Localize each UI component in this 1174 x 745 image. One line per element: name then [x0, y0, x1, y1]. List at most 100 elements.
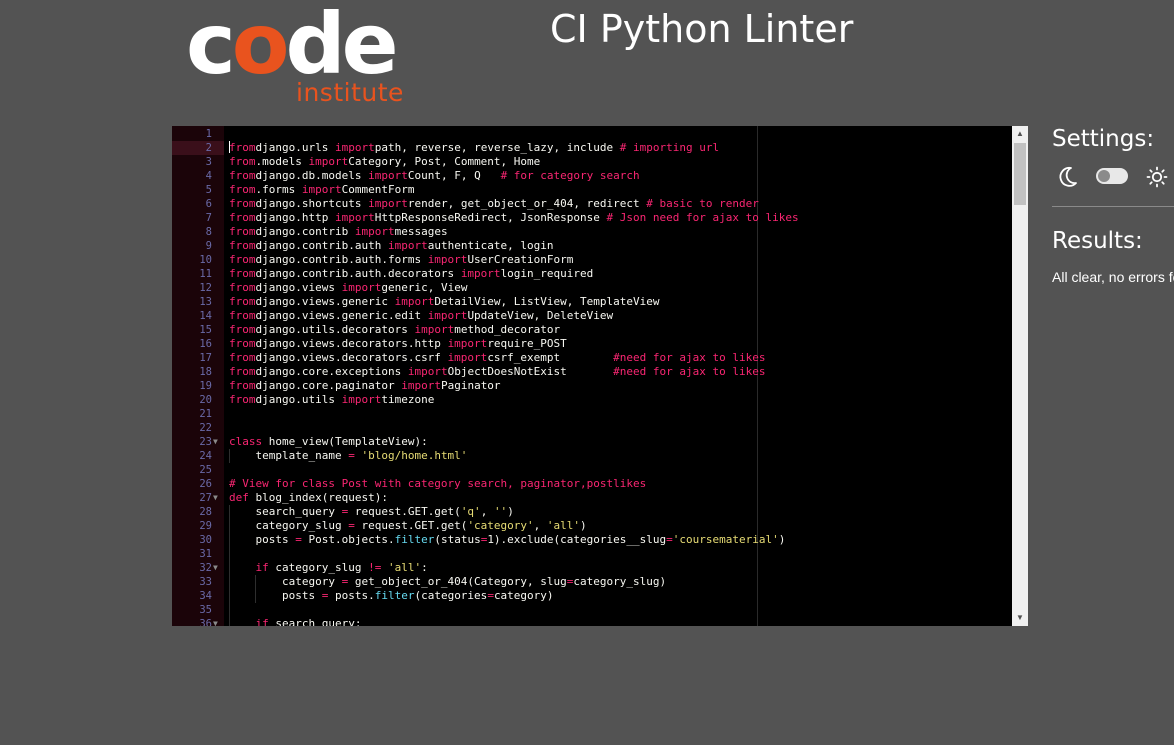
code-line[interactable]: 20 fromdjango.utils importtimezone	[172, 393, 1012, 407]
line-number: 24	[199, 450, 212, 462]
theme-toggle-switch[interactable]	[1096, 168, 1128, 184]
code-line[interactable]: 25	[172, 463, 1012, 477]
code-token: from	[229, 225, 256, 238]
code-line[interactable]: 3 from.models importCategory, Post, Comme…	[172, 155, 1012, 169]
code-text: fromdjango.http importHttpResponseRedire…	[229, 211, 799, 225]
code-line[interactable]: 17 fromdjango.views.decorators.csrf impor…	[172, 351, 1012, 365]
code-line[interactable]: 15 fromdjango.utils.decorators importmeth…	[172, 323, 1012, 337]
code-line[interactable]: 19 fromdjango.core.paginator importPagina…	[172, 379, 1012, 393]
code-token: path, reverse, reverse_lazy, include	[374, 141, 620, 154]
code-token: from	[229, 183, 256, 196]
code-editor[interactable]: 1 2 fromdjango.urls importpath, reverse, r…	[172, 126, 1028, 626]
code-token: Category, Post, Comment, Home	[348, 155, 541, 168]
code-token: :	[421, 561, 428, 574]
fold-arrow-icon[interactable]: ▼	[213, 561, 223, 575]
code-token: Paginator	[440, 379, 501, 392]
code-token: (categories	[414, 589, 488, 602]
fold-arrow-icon[interactable]: ▼	[213, 435, 223, 449]
code-token: Post.objects.	[301, 533, 395, 546]
code-line[interactable]: 2 fromdjango.urls importpath, reverse, re…	[172, 141, 1012, 155]
code-line[interactable]: 34 posts = posts.filter(categories=categ…	[172, 589, 1012, 603]
code-line[interactable]: 22	[172, 421, 1012, 435]
code-line[interactable]: 31	[172, 547, 1012, 561]
code-line[interactable]: 6 fromdjango.shortcuts importrender, get_…	[172, 197, 1012, 211]
code-token: )	[507, 505, 514, 518]
code-line[interactable]: 8 fromdjango.contrib importmessages	[172, 225, 1012, 239]
code-line[interactable]: 10 fromdjango.contrib.auth.forms importUs…	[172, 253, 1012, 267]
code-line[interactable]: 9 fromdjango.contrib.auth importauthentic…	[172, 239, 1012, 253]
code-token: template_name	[229, 449, 349, 462]
code-line[interactable]: 21	[172, 407, 1012, 421]
code-line[interactable]: 11 fromdjango.contrib.auth.decorators imp…	[172, 267, 1012, 281]
code-line[interactable]: 30 posts = Post.objects.filter(status=1)…	[172, 533, 1012, 547]
code-token: 'blog/home.html'	[361, 449, 468, 462]
code-token: django.utils	[255, 393, 342, 406]
code-line[interactable]: 29 category_slug = request.GET.get('cate…	[172, 519, 1012, 533]
code-token: timezone	[381, 393, 435, 406]
code-line[interactable]: 26 # View for class Post with category se…	[172, 477, 1012, 491]
code-line[interactable]: 18 fromdjango.core.exceptions importObjec…	[172, 365, 1012, 379]
code-token: search_query:	[268, 617, 362, 626]
code-text: fromdjango.urls importpath, reverse, rev…	[229, 141, 719, 155]
fold-arrow-icon[interactable]: ▼	[213, 491, 223, 505]
code-text: if category_slug != 'all':	[229, 561, 428, 575]
code-token: # for category search	[500, 169, 640, 182]
scroll-up-arrow-icon[interactable]: ▲	[1012, 126, 1028, 142]
line-number: 35	[199, 604, 212, 616]
results-message: All clear, no errors found	[1052, 269, 1174, 285]
code-token: import	[334, 211, 375, 224]
code-token: import	[414, 323, 455, 336]
scroll-down-arrow-icon[interactable]: ▼	[1012, 610, 1028, 626]
code-token: django.views.generic.edit	[255, 309, 428, 322]
moon-icon[interactable]	[1058, 166, 1078, 188]
code-token: from	[229, 323, 256, 336]
code-token: home_view(TemplateView):	[262, 435, 428, 448]
sun-icon[interactable]	[1146, 166, 1168, 188]
code-token: get_object_or_404(Category, slug	[348, 575, 567, 588]
code-token: if	[255, 617, 269, 626]
code-text-area[interactable]: 1 2 fromdjango.urls importpath, reverse, r…	[172, 126, 1012, 626]
code-line[interactable]: 4 fromdjango.db.models importCount, F, Q …	[172, 169, 1012, 183]
code-text: from.models importCategory, Post, Commen…	[229, 155, 540, 169]
code-token: (status	[434, 533, 481, 546]
code-token: )	[778, 533, 786, 546]
code-line[interactable]: 24 template_name = 'blog/home.html'	[172, 449, 1012, 463]
editor-scrollbar[interactable]: ▲ ▼	[1012, 126, 1028, 626]
code-line[interactable]: 27 ▼ def blog_index(request):	[172, 491, 1012, 505]
code-line[interactable]: 16 fromdjango.views.decorators.http impor…	[172, 337, 1012, 351]
code-line[interactable]: 7 fromdjango.http importHttpResponseRedir…	[172, 211, 1012, 225]
code-line[interactable]: 36 ▼ if search_query:	[172, 617, 1012, 626]
code-line[interactable]: 12 fromdjango.views importgeneric, View	[172, 281, 1012, 295]
line-number: 2	[205, 142, 212, 154]
code-token: django.views.generic	[255, 295, 395, 308]
code-token: import	[401, 379, 441, 392]
fold-arrow-icon[interactable]: ▼	[213, 617, 223, 626]
code-line[interactable]: 1	[172, 127, 1012, 141]
code-token: from	[229, 393, 256, 406]
code-line[interactable]: 23 ▼ class home_view(TemplateView):	[172, 435, 1012, 449]
code-token: from	[229, 379, 256, 392]
code-text: category_slug = request.GET.get('categor…	[229, 519, 586, 533]
code-token: #need for ajax to likes	[613, 365, 766, 378]
code-token: if	[255, 561, 269, 574]
code-line[interactable]: 28 search_query = request.GET.get('q', '…	[172, 505, 1012, 519]
code-line[interactable]: 5 from.forms importCommentForm	[172, 183, 1012, 197]
code-line[interactable]: 13 fromdjango.views.generic importDetailV…	[172, 295, 1012, 309]
code-token: category_slug)	[573, 575, 667, 588]
code-line[interactable]: 35	[172, 603, 1012, 617]
code-token: import	[447, 351, 488, 364]
code-line[interactable]: 33 category = get_object_or_404(Category…	[172, 575, 1012, 589]
code-token: django.contrib	[255, 225, 355, 238]
scroll-thumb[interactable]	[1014, 143, 1026, 205]
line-number: 36	[199, 618, 212, 626]
code-token: django.shortcuts	[255, 197, 369, 210]
code-token: django.views.decorators.csrf	[255, 351, 448, 364]
code-line[interactable]: 14 fromdjango.views.generic.edit importUp…	[172, 309, 1012, 323]
code-token: import	[354, 225, 395, 238]
code-text: posts = Post.objects.filter(status=1).ex…	[229, 533, 785, 547]
code-token: django.views.decorators.http	[255, 337, 448, 350]
code-token: category_slug	[268, 561, 369, 574]
code-token: from	[229, 253, 256, 266]
code-line[interactable]: 32 ▼ if category_slug != 'all':	[172, 561, 1012, 575]
